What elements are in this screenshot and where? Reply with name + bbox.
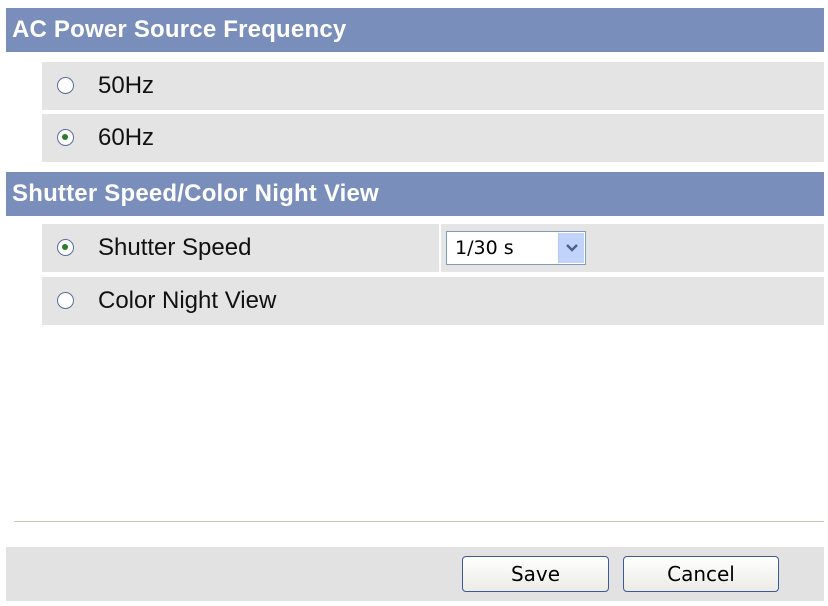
- divider: [14, 521, 824, 522]
- shutter-speed-select[interactable]: 1/30 s: [446, 231, 586, 265]
- settings-page: AC Power Source Frequency 50Hz 60Hz Shut…: [0, 0, 828, 606]
- chevron-down-icon: [566, 244, 578, 252]
- radio-50hz[interactable]: [57, 77, 74, 94]
- radio-color-night-view[interactable]: [57, 292, 74, 309]
- option-label-shutter-speed: Shutter Speed: [98, 234, 252, 261]
- option-row-50hz[interactable]: 50Hz: [42, 62, 824, 110]
- option-label-50hz: 50Hz: [98, 72, 155, 99]
- dropdown-button[interactable]: [558, 233, 584, 263]
- option-row-color-night-view[interactable]: Color Night View: [42, 277, 824, 325]
- save-button[interactable]: Save: [462, 556, 609, 592]
- shutter-section-header: Shutter Speed/Color Night View: [6, 172, 824, 216]
- radio-shutter-speed[interactable]: [57, 239, 74, 256]
- cancel-button[interactable]: Cancel: [623, 556, 779, 592]
- option-row-60hz[interactable]: 60Hz: [42, 114, 824, 162]
- shutter-speed-select-value: 1/30 s: [455, 237, 514, 259]
- option-label-60hz: 60Hz: [98, 124, 155, 151]
- ac-power-section-header: AC Power Source Frequency: [6, 8, 824, 52]
- footer-bar: Save Cancel: [6, 547, 824, 601]
- option-label-color-night-view: Color Night View: [98, 287, 277, 314]
- shutter-select-cell: 1/30 s: [439, 224, 824, 272]
- option-row-shutter-speed[interactable]: Shutter Speed 1/30 s: [42, 224, 824, 272]
- radio-60hz[interactable]: [57, 129, 74, 146]
